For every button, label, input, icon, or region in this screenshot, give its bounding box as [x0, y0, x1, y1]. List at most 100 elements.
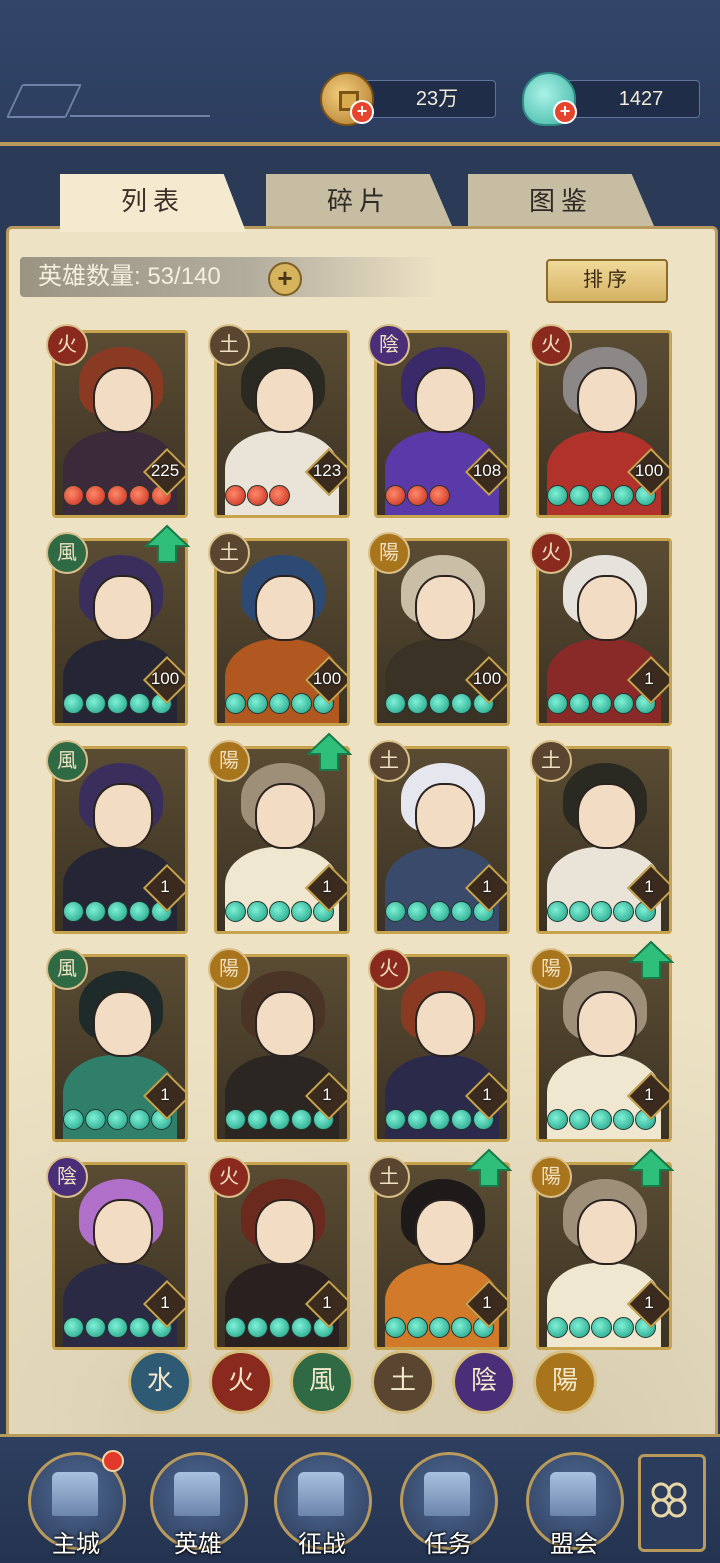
star-icon — [451, 901, 472, 922]
hero-face — [93, 783, 153, 849]
star-icon — [591, 1109, 612, 1130]
star-icon — [385, 693, 406, 714]
add-jade-button[interactable]: + — [553, 100, 577, 124]
star-icon — [225, 1317, 246, 1338]
star-icon — [129, 693, 150, 714]
star-icon — [569, 1109, 590, 1130]
element-badge: 土 — [208, 532, 250, 574]
star-icon — [247, 1317, 268, 1338]
hero-level: 1 — [482, 877, 492, 896]
star-icon — [429, 485, 450, 506]
star-rating — [225, 1317, 335, 1339]
star-icon — [107, 485, 128, 506]
star-icon — [569, 901, 590, 922]
element-badge: 陽 — [530, 1156, 572, 1198]
nav-scroll[interactable]: 任务 — [400, 1452, 498, 1562]
star-icon — [451, 1109, 472, 1130]
element-badge: 風 — [46, 948, 88, 990]
hero-level: 100 — [150, 669, 180, 688]
add-coin-button[interactable]: + — [350, 100, 374, 124]
star-icon — [85, 1317, 106, 1338]
menu-button[interactable] — [638, 1454, 706, 1552]
star-rating — [385, 1109, 495, 1131]
star-rating — [547, 1317, 657, 1339]
upgrade-arrow-icon — [144, 524, 190, 563]
filter-wind-icon[interactable]: 風 — [290, 1350, 354, 1414]
nav-battle[interactable]: 征战 — [274, 1452, 372, 1562]
star-icon — [269, 1109, 290, 1130]
nav-palace[interactable]: 主城 — [28, 1450, 126, 1562]
hero-level: 1 — [644, 1085, 654, 1104]
nav-hero[interactable]: 英雄 — [150, 1452, 248, 1562]
star-rating — [385, 901, 495, 923]
element-badge: 土 — [368, 740, 410, 782]
star-icon — [591, 485, 612, 506]
star-icon — [269, 1317, 290, 1338]
tab-codex[interactable]: 图鉴 — [468, 174, 654, 226]
tab-list[interactable]: 列表 — [60, 174, 246, 232]
hero-face — [255, 575, 315, 641]
star-rating — [225, 901, 335, 923]
star-icon — [613, 693, 634, 714]
alliance-icon — [550, 1472, 596, 1516]
hero-level: 1 — [322, 1085, 332, 1104]
filter-water-icon[interactable]: 水 — [128, 1350, 192, 1414]
palace-icon — [52, 1472, 98, 1516]
nav-label: 盟会 — [550, 1531, 598, 1558]
element-badge: 火 — [46, 324, 88, 366]
star-icon — [613, 485, 634, 506]
hero-face — [415, 1199, 475, 1265]
hero-face — [577, 367, 637, 433]
hero-face — [255, 1199, 315, 1265]
star-icon — [247, 1109, 268, 1130]
element-badge: 風 — [46, 532, 88, 574]
star-icon — [451, 1317, 472, 1338]
star-icon — [429, 1109, 450, 1130]
hero-face — [415, 367, 475, 433]
nav-label: 主城 — [52, 1531, 100, 1558]
star-icon — [407, 1317, 428, 1338]
star-icon — [225, 1109, 246, 1130]
expand-capacity-button[interactable]: + — [268, 262, 302, 296]
star-icon — [269, 485, 290, 506]
nav-alliance[interactable]: 盟会 — [526, 1452, 624, 1562]
sort-button[interactable]: 排序 — [546, 259, 668, 303]
tab-bar: 列表 碎片 图鉴 — [60, 174, 660, 232]
star-icon — [407, 1109, 428, 1130]
filter-fire-icon[interactable]: 火 — [209, 1350, 273, 1414]
star-icon — [107, 901, 128, 922]
star-icon — [451, 693, 472, 714]
hero-face — [577, 991, 637, 1057]
star-icon — [63, 901, 84, 922]
element-badge: 陽 — [208, 740, 250, 782]
star-rating — [547, 485, 657, 507]
star-icon — [107, 1109, 128, 1130]
flower-menu-icon — [651, 1482, 687, 1518]
tab-fragments[interactable]: 碎片 — [266, 174, 452, 226]
hero-level: 123 — [312, 461, 342, 480]
hero-face — [255, 991, 315, 1057]
filter-yang-icon[interactable]: 陽 — [533, 1350, 597, 1414]
element-badge: 土 — [368, 1156, 410, 1198]
filter-yin-icon[interactable]: 陰 — [452, 1350, 516, 1414]
filter-earth-icon[interactable]: 土 — [371, 1350, 435, 1414]
star-rating — [385, 693, 495, 715]
star-icon — [547, 693, 568, 714]
star-icon — [85, 901, 106, 922]
hero-level: 100 — [312, 669, 342, 688]
star-icon — [547, 1317, 568, 1338]
hero-level: 1 — [160, 877, 170, 896]
star-icon — [291, 1109, 312, 1130]
hero-level: 1 — [644, 1293, 654, 1312]
star-icon — [107, 693, 128, 714]
hero-icon — [174, 1472, 220, 1516]
hero-level: 1 — [644, 669, 654, 688]
star-icon — [85, 693, 106, 714]
hero-level: 1 — [322, 1293, 332, 1312]
upgrade-arrow-icon — [628, 940, 674, 979]
element-badge: 火 — [530, 324, 572, 366]
star-icon — [385, 1109, 406, 1130]
upgrade-arrow-icon — [306, 732, 352, 771]
star-icon — [63, 1317, 84, 1338]
star-icon — [291, 901, 312, 922]
